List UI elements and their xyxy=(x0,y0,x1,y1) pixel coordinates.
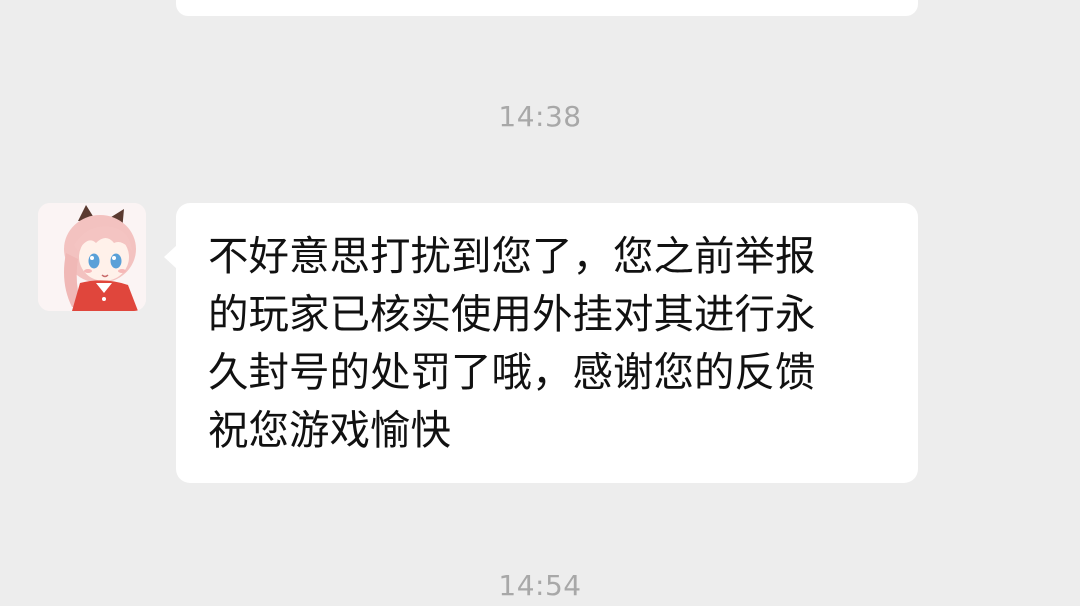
previous-message-bubble[interactable] xyxy=(176,0,918,16)
message-line: 久封号的处罚了哦，感谢您的反馈 xyxy=(208,348,816,396)
anime-girl-avatar-icon xyxy=(38,203,146,311)
message-text: 不好意思打扰到您了，您之前举报 的玩家已核实使用外挂对其进行永 久封号的处罚了哦… xyxy=(208,227,898,459)
timestamp: 14:54 xyxy=(498,569,582,602)
message-line: 不好意思打扰到您了，您之前举报 xyxy=(208,232,816,280)
message-line: 祝您游戏愉快 xyxy=(208,406,451,454)
avatar[interactable] xyxy=(38,203,146,311)
timestamp: 14:38 xyxy=(498,100,582,133)
message-line: 的玩家已核实使用外挂对其进行永 xyxy=(208,290,816,338)
message-bubble[interactable]: 不好意思打扰到您了，您之前举报 的玩家已核实使用外挂对其进行永 久封号的处罚了哦… xyxy=(164,203,918,483)
